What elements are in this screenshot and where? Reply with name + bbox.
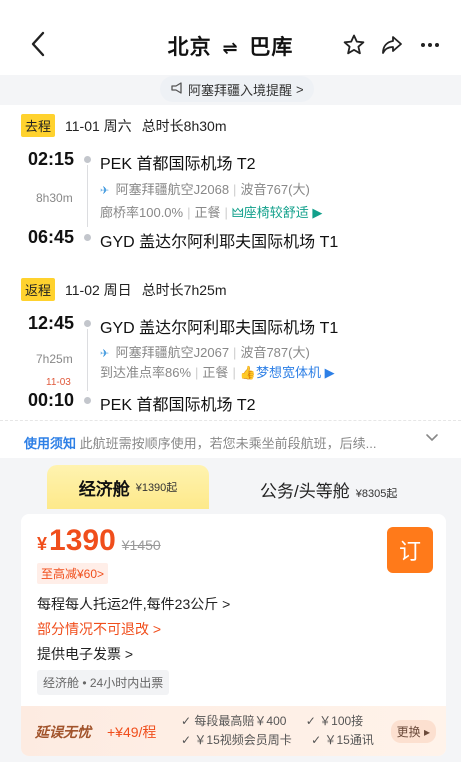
usage-notice-text: 此航班需按顺序使用，若您未乘坐前段航班，后续... xyxy=(79,436,377,451)
roundtrip-arrow: ⇌ xyxy=(222,38,239,58)
outbound-bridge-rate: 廊桥率100.0% xyxy=(100,205,184,220)
outbound-meal: 正餐 xyxy=(194,205,221,220)
return-arr-time: 00:10 xyxy=(28,390,75,410)
share-icon[interactable] xyxy=(379,32,405,58)
cabin-tabs: 经济舱 ¥1390起 公务/头等舱 ¥8305起 xyxy=(0,458,461,514)
arr-dot xyxy=(84,397,91,404)
tab-business[interactable]: 公务/头等舱 ¥8305起 xyxy=(260,477,397,502)
promo-title: 延误无忧 xyxy=(35,724,91,740)
return-arr-next-day: 11-03 xyxy=(46,377,71,388)
return-tag: 返程 xyxy=(21,278,56,301)
promo-price: +¥49/程 xyxy=(107,724,157,740)
return-arr-airport: PEK 首都国际机场 T2 xyxy=(100,397,256,414)
timeline xyxy=(87,165,88,227)
outbound-airline: 阿塞拜疆航空J2068 xyxy=(115,182,230,197)
original-price: ¥1450 xyxy=(121,537,161,553)
refund-policy[interactable]: 部分情况不可退改 > xyxy=(37,619,161,639)
dep-dot xyxy=(84,156,91,163)
baggage-info[interactable]: 每程每人托运2件,每件23公斤 > xyxy=(37,594,230,614)
tab-business-price: ¥8305起 xyxy=(355,488,398,500)
airline-logo-icon: ✈ xyxy=(100,348,110,360)
destination-city: 巴库 xyxy=(249,36,294,59)
top-bar: 北京 ⇌ 巴库 xyxy=(0,0,461,75)
return-ontime-rate: 到达准点率86% xyxy=(100,365,192,380)
return-meal: 正餐 xyxy=(202,365,229,380)
megaphone-icon xyxy=(170,81,184,98)
play-icon: ▶ xyxy=(308,205,323,220)
return-duration: 7h25m xyxy=(36,352,73,366)
return-flight-info: ✈ 阿塞拜疆航空J2067 | 波音787(大) xyxy=(100,345,310,360)
return-total-duration: 总时长7h25m xyxy=(141,281,227,298)
benefit-item: ✓ ￥15通讯 xyxy=(311,733,374,747)
flight-details: 去程 11-01 周六 总时长8h30m 02:15 PEK 首都国际机场 T2… xyxy=(0,105,461,457)
outbound-flight-info: ✈ 阿塞拜疆航空J2068 | 波音767(大) xyxy=(100,182,310,197)
star-icon[interactable] xyxy=(341,32,367,58)
arr-dot xyxy=(84,234,91,241)
usage-notice[interactable]: 使用须知 此航班需按顺序使用，若您未乘坐前段航班，后续... xyxy=(0,420,461,458)
chevron-down-icon[interactable] xyxy=(425,431,439,448)
thumbs-up-icon: 👍 xyxy=(239,365,257,380)
dep-dot xyxy=(84,320,91,327)
fare-amount: 1390 xyxy=(49,524,116,557)
fare-card: ¥ 1390 ¥1450 订 至高减¥60> 每程每人托运2件,每件23公斤 >… xyxy=(21,514,446,756)
tab-economy-price: ¥1390起 xyxy=(135,482,178,494)
fare-price: ¥ 1390 ¥1450 xyxy=(37,524,161,558)
outbound-header: 去程 11-01 周六 总时长8h30m xyxy=(21,114,227,137)
return-dep-airport: GYD 盖达尔阿利耶夫国际机场 T1 xyxy=(100,320,339,337)
return-service-info: 到达准点率86% | 正餐 | 👍梦想宽体机 ▶ xyxy=(100,365,335,380)
outbound-tag: 去程 xyxy=(21,114,56,137)
return-date: 11-02 周日 xyxy=(65,281,132,298)
outbound-service-info: 廊桥率100.0% | 正餐 | 🜲座椅较舒适 ▶ xyxy=(100,205,323,220)
benefit-item: ✓ ￥15视频会员周卡 xyxy=(181,733,292,747)
discount-badge[interactable]: 至高减¥60> xyxy=(37,563,109,584)
outbound-dep-time: 02:15 xyxy=(28,149,75,169)
cabin-ticketing-chip: 经济舱 • 24小时内出票 xyxy=(37,670,170,695)
return-airline: 阿塞拜疆航空J2067 xyxy=(115,345,230,360)
outbound-dep-airport: PEK 首都国际机场 T2 xyxy=(100,156,256,173)
outbound-duration: 8h30m xyxy=(36,191,73,205)
invoice-info[interactable]: 提供电子发票 > xyxy=(37,644,133,664)
return-header: 返程 11-02 周日 总时长7h25m xyxy=(21,278,227,301)
outbound-date: 11-01 周六 xyxy=(65,117,132,134)
outbound-arr-airport: GYD 盖达尔阿利耶夫国际机场 T1 xyxy=(100,234,339,251)
origin-city: 北京 xyxy=(167,36,212,59)
usage-notice-label: 使用须知 xyxy=(24,436,77,451)
return-highlight[interactable]: 梦想宽体机 xyxy=(256,365,321,380)
play-icon: ▶ xyxy=(321,365,335,380)
benefit-item: ✓ 每段最高赔￥400 xyxy=(181,714,287,728)
airline-logo-icon: ✈ xyxy=(100,185,110,197)
outbound-total-duration: 总时长8h30m xyxy=(141,117,227,134)
return-aircraft: 波音787(大) xyxy=(240,345,310,360)
tab-business-label: 公务/头等舱 xyxy=(260,482,350,501)
outbound-highlight[interactable]: 座椅较舒适 xyxy=(244,205,309,220)
tab-economy-label: 经济舱 xyxy=(78,479,130,499)
book-button[interactable]: 订 xyxy=(387,527,433,573)
header-actions xyxy=(341,32,443,58)
outbound-aircraft: 波音767(大) xyxy=(240,182,310,197)
benefit-item: ✓ ￥100接 xyxy=(305,714,364,728)
promo-benefits: ✓ 每段最高赔￥400 ✓ ￥100接 ✓ ￥15视频会员周卡 ✓ ￥15通讯 xyxy=(181,712,390,750)
chevron-right-icon: > xyxy=(296,81,304,97)
change-button[interactable]: 更换 ▸ xyxy=(390,720,436,743)
entry-notice-pill[interactable]: 阿塞拜疆入境提醒 > xyxy=(160,76,314,102)
more-icon[interactable] xyxy=(417,32,443,58)
timeline xyxy=(87,329,88,391)
outbound-arr-time: 06:45 xyxy=(28,227,75,247)
seat-icon: 🜲 xyxy=(231,205,244,220)
tab-economy[interactable]: 经济舱 ¥1390起 xyxy=(47,465,209,509)
entry-notice-text: 阿塞拜疆入境提醒 xyxy=(188,82,293,98)
delay-insurance-banner[interactable]: 延误无忧 +¥49/程 ✓ 每段最高赔￥400 ✓ ￥100接 ✓ ￥15视频会… xyxy=(21,706,446,756)
return-dep-time: 12:45 xyxy=(28,313,75,333)
currency-symbol: ¥ xyxy=(37,534,48,554)
